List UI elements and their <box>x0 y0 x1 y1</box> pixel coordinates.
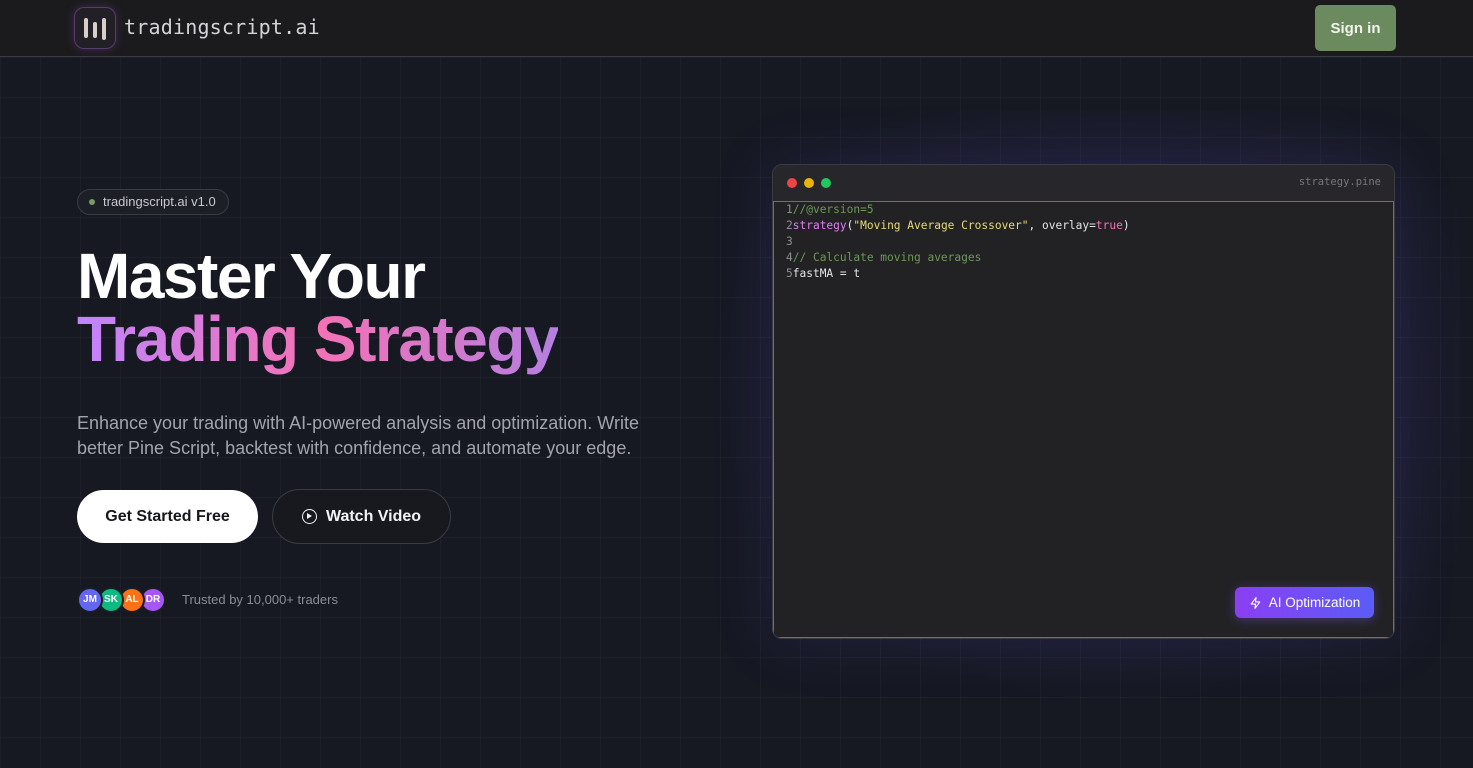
editor-filename: strategy.pine <box>1298 176 1381 188</box>
lightning-bolt-icon <box>1250 596 1261 609</box>
line-number: 5 <box>786 267 793 280</box>
hero-subtitle: Enhance your trading with AI-powered ana… <box>77 413 639 458</box>
play-circle-icon <box>301 509 317 524</box>
editor-titlebar: strategy.pine <box>773 165 1394 201</box>
sign-in-button[interactable]: Sign in <box>1315 5 1396 51</box>
code-token: strategy <box>792 219 847 232</box>
code-line: 3 <box>786 234 793 250</box>
code-token: //@version=5 <box>792 203 874 216</box>
line-number: 4 <box>786 251 793 264</box>
code-token: ) <box>1122 219 1130 232</box>
avatar: JM <box>77 587 103 613</box>
watch-video-label: Watch Video <box>325 507 422 525</box>
watch-video-button[interactable]: Watch Video <box>272 489 451 544</box>
code-editor-window: strategy.pine 1//@version=5 2strategy("Mo… <box>772 164 1395 639</box>
status-dot-icon <box>89 199 95 205</box>
code-line: 1//@version=5 <box>786 202 874 218</box>
line-number: 1 <box>786 203 793 216</box>
code-line: 5fastMA = t <box>786 266 860 282</box>
logo-icon[interactable] <box>75 8 115 48</box>
version-badge: tradingscript.ai v1.0 <box>77 189 229 215</box>
code-line: 2strategy("Moving Average Crossover", ov… <box>786 218 1130 234</box>
ai-optimization-label: AI Optimization <box>1268 595 1361 610</box>
code-token: // Calculate moving averages <box>792 251 982 264</box>
get-started-button[interactable]: Get Started Free <box>77 490 258 543</box>
close-window-icon[interactable] <box>787 178 797 188</box>
code-token: , overlay= <box>1028 219 1096 232</box>
code-token: fastMA = t <box>792 267 861 280</box>
code-textarea[interactable]: 1//@version=5 2strategy("Moving Average C… <box>773 201 1394 638</box>
maximize-window-icon[interactable] <box>821 178 831 188</box>
code-line: 4// Calculate moving averages <box>786 250 981 266</box>
code-token: "Moving Average Crossover" <box>853 219 1029 232</box>
hero-title-line2: Trading Strategy <box>77 303 560 379</box>
code-token: true <box>1095 219 1123 232</box>
brand-name[interactable]: tradingscript.ai <box>124 14 320 40</box>
minimize-window-icon[interactable] <box>804 178 814 188</box>
hero-title-line1: Master Your <box>77 240 426 312</box>
trusted-text: Trusted by 10,000+ traders <box>182 592 338 607</box>
line-number: 3 <box>786 235 793 248</box>
version-badge-label: tradingscript.ai v1.0 <box>103 194 216 209</box>
ai-optimization-button[interactable]: AI Optimization <box>1235 587 1374 618</box>
top-navbar: tradingscript.ai Sign in <box>0 0 1473 57</box>
line-number: 2 <box>786 219 793 232</box>
